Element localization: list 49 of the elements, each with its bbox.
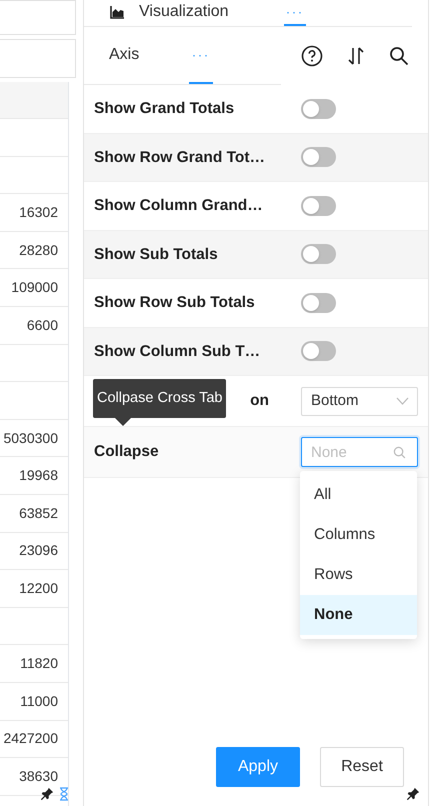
menu-item[interactable]: Columns [300, 515, 417, 555]
toggle-switch[interactable] [301, 196, 336, 216]
setting-label: Show Column Sub T… [94, 342, 260, 362]
table-cell-text: 5030300 [3, 428, 58, 448]
tooltip: Collpase Cross Tab [93, 379, 226, 418]
table-cell-text: 2427200 [3, 729, 58, 748]
table-cell-text: 6600 [26, 316, 58, 335]
table-cell-text: 109000 [11, 278, 58, 298]
toggle-switch[interactable] [301, 292, 336, 313]
toggle-switch[interactable] [301, 244, 336, 264]
pin-icon[interactable] [40, 787, 54, 801]
reset-button[interactable]: Reset [320, 747, 404, 787]
table-cell-text: 23096 [19, 541, 58, 560]
search-field[interactable]: None [301, 437, 418, 467]
table-cell-text: 11000 [20, 692, 58, 711]
pin-icon[interactable] [406, 787, 420, 801]
toggle-switch[interactable] [301, 147, 336, 168]
setting-label: on [250, 391, 269, 412]
hourglass-icon[interactable] [59, 787, 69, 801]
menu-item[interactable]: Rows [300, 555, 417, 595]
toggle-switch[interactable] [301, 341, 336, 362]
table-cell-text: 38630 [19, 766, 58, 786]
setting-label: Show Column Grand… [94, 196, 263, 216]
table-cell-text: 16302 [19, 202, 58, 222]
tooltip-pointer [115, 418, 131, 426]
setting-label: Show Sub Totals [94, 244, 218, 265]
search-icon [393, 446, 406, 459]
setting-label: Show Row Grand Tot… [94, 148, 266, 168]
chevron-down-icon [396, 397, 409, 405]
table-cell-text: 19968 [19, 466, 58, 486]
help-icon[interactable] [301, 45, 323, 67]
table-cell-text: 63852 [19, 504, 58, 523]
setting-label: Show Row Sub Totals [94, 293, 255, 314]
input-field[interactable] [0, 39, 76, 78]
menu-item[interactable]: All [300, 475, 417, 515]
search-icon[interactable] [389, 46, 409, 66]
input-field[interactable] [0, 0, 76, 35]
tab[interactable]: Axis [84, 27, 189, 84]
toggle-switch[interactable] [301, 98, 336, 119]
dropdown[interactable]: Bottom [301, 386, 418, 416]
setting-label: Collapse [94, 442, 159, 462]
setting-label: Show Grand Totals [94, 99, 234, 120]
tab[interactable]: Visualization [84, 0, 284, 26]
table-cell-text: 28280 [19, 240, 58, 260]
table-cell-text: 12200 [19, 578, 58, 598]
sort-icon[interactable] [347, 46, 365, 66]
menu-item[interactable]: None [300, 595, 417, 635]
table-cell-text: 11820 [20, 654, 58, 674]
area-chart-icon [110, 5, 125, 19]
